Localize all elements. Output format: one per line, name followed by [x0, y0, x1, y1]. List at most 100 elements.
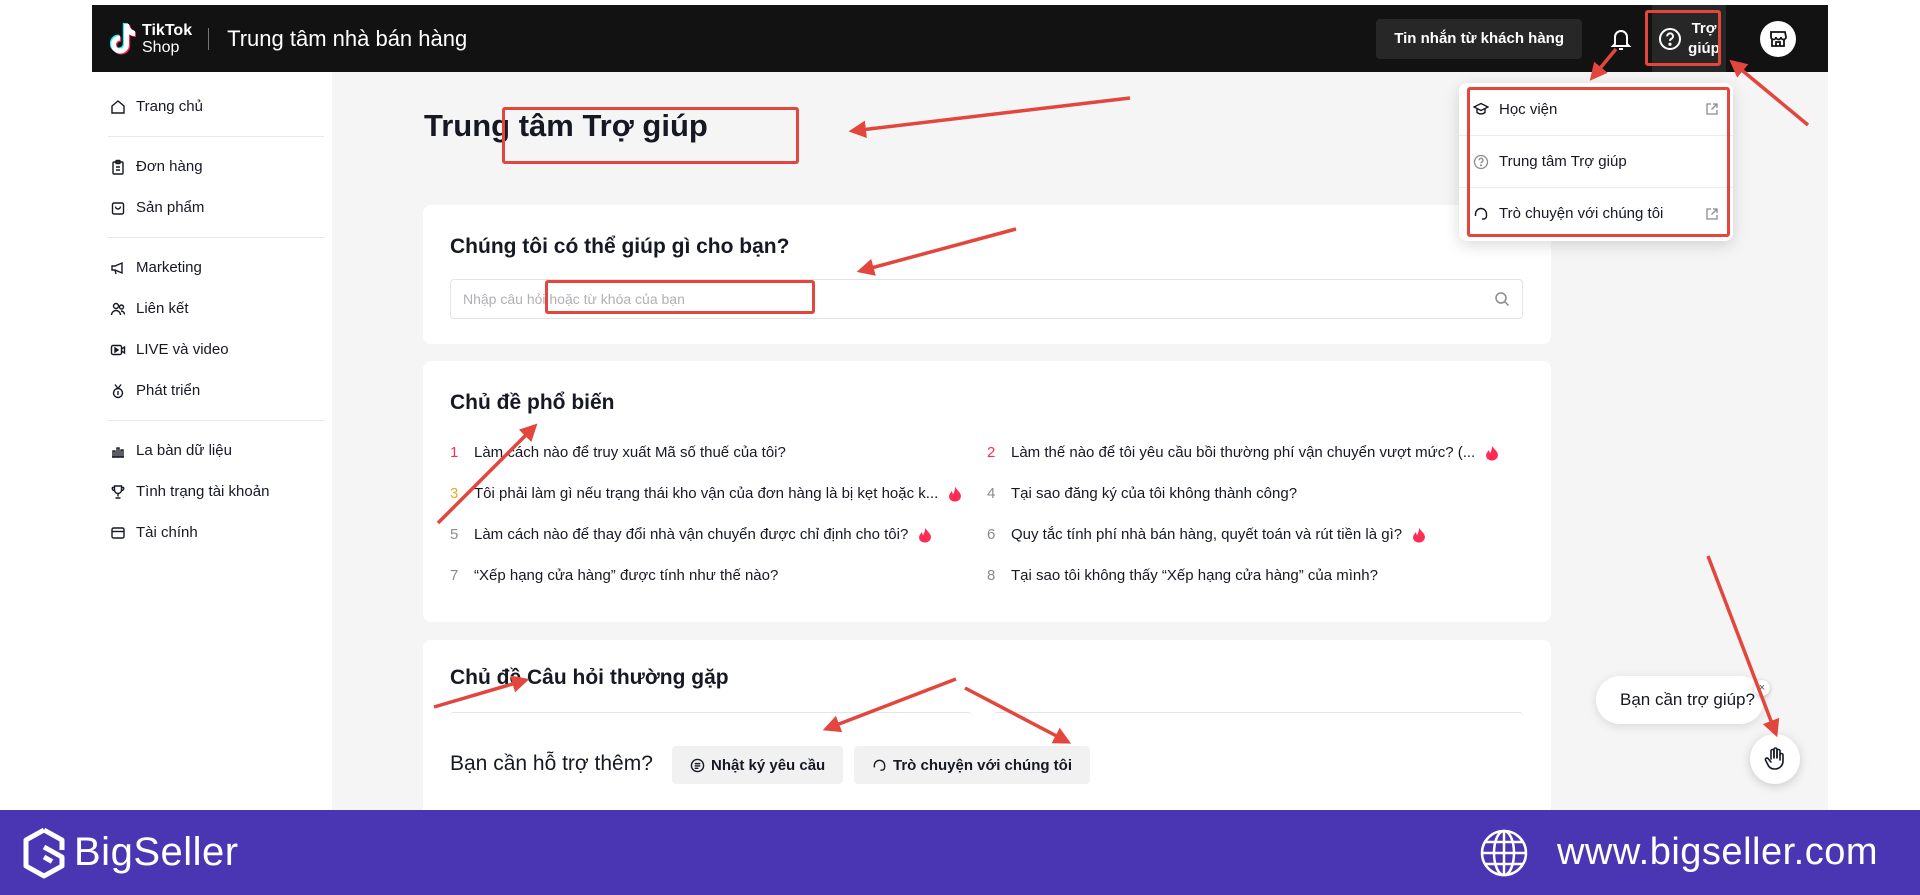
- faq-tab-right[interactable]: [993, 712, 1523, 716]
- topic-text: Làm thế nào để tôi yêu cầu bồi thường ph…: [1011, 444, 1476, 461]
- help-label-line1: Trợ: [1691, 19, 1717, 37]
- help-button[interactable]: Trợ giúp: [1652, 5, 1726, 72]
- topic-rank: 1: [450, 444, 459, 461]
- sidebar-item-finance[interactable]: Tài chính: [92, 512, 332, 553]
- brand-divider: [208, 27, 210, 50]
- store-icon: [1770, 30, 1787, 47]
- sidebar-item-marketing[interactable]: Marketing: [92, 247, 332, 288]
- search-heading: Chúng tôi có thể giúp gì cho bạn?: [450, 235, 790, 258]
- sidebar-item-home[interactable]: Trang chủ: [92, 86, 332, 127]
- dropdown-item-label: Trò chuyện với chúng tôi: [1499, 205, 1664, 222]
- popular-topic-item[interactable]: 5 Làm cách nào để thay đổi nhà vận chuyển…: [450, 526, 932, 543]
- website-url[interactable]: www.bigseller.com: [1557, 831, 1878, 874]
- topic-rank: 8: [987, 567, 996, 584]
- dropdown-item-label: Trung tâm Trợ giúp: [1499, 153, 1627, 170]
- popular-topic-item[interactable]: 3 Tôi phải làm gì nếu trạng thái kho vận …: [450, 485, 962, 502]
- more-support-title: Bạn cần hỗ trợ thêm?: [450, 752, 653, 775]
- faq-tab-left[interactable]: [450, 712, 972, 716]
- need-help-bubble[interactable]: Bạn cần trợ giúp? ×: [1596, 676, 1770, 724]
- app-title: Trung tâm nhà bán hàng: [227, 25, 468, 51]
- faq-card: Chủ đề Câu hỏi thường gặp Bạn cần hỗ trợ…: [423, 640, 1551, 830]
- clipboard-icon: [112, 159, 124, 175]
- popular-topic-item[interactable]: 2 Làm thế nào để tôi yêu cầu bồi thường p…: [987, 444, 1499, 461]
- popular-topic-item[interactable]: 1 Làm cách nào để truy xuất Mã số thuế củ…: [450, 444, 786, 461]
- popular-topic-item[interactable]: 8 Tại sao tôi không thấy “Xếp hạng cửa hà…: [987, 567, 1378, 584]
- brand-text: TikTok Shop: [142, 22, 192, 56]
- globe-icon: [1480, 829, 1528, 876]
- graduation-cap-icon: [1473, 102, 1489, 115]
- topic-text: Tại sao tôi không thấy “Xếp hạng cửa hàn…: [1011, 567, 1378, 584]
- popular-heading: Chủ đề phổ biến: [450, 391, 615, 414]
- popular-topic-item[interactable]: 6 Quy tắc tính phí nhà bán hàng, quyết to…: [987, 526, 1426, 543]
- chat-with-us-button[interactable]: Trò chuyện với chúng tôi: [854, 746, 1091, 784]
- sidebar-item-label: Liên kết: [136, 300, 189, 317]
- sidebar-item-label: Tài chính: [136, 524, 198, 541]
- sidebar-item-label: La bàn dữ liệu: [136, 442, 232, 459]
- search-input[interactable]: [463, 291, 1494, 307]
- users-icon: [110, 302, 126, 315]
- top-bar: TikTok Shop Trung tâm nhà bán hàng Tin n…: [92, 5, 1828, 72]
- bag-icon: [111, 201, 125, 215]
- notification-bell-icon[interactable]: [1604, 22, 1638, 56]
- hot-fire-icon: [919, 527, 932, 542]
- sidebar-item-account-health[interactable]: Tình trạng tài khoản: [92, 471, 332, 512]
- medal-icon: [112, 383, 124, 398]
- search-icon[interactable]: [1494, 291, 1510, 307]
- topic-text: Quy tắc tính phí nhà bán hàng, quyết toá…: [1011, 526, 1403, 543]
- home-icon: [111, 99, 125, 114]
- topic-rank: 6: [987, 526, 996, 543]
- sidebar: Trang chủ Đơn hàng Sản phẩm Marketing Li…: [92, 72, 332, 810]
- dropdown-item-help-center[interactable]: Trung tâm Trợ giúp: [1459, 135, 1733, 187]
- dropdown-item-academy[interactable]: Học viện: [1459, 83, 1733, 135]
- sidebar-item-label: Marketing: [136, 259, 202, 276]
- popular-topics-card: Chủ đề phổ biến 1 Làm cách nào để truy xu…: [423, 361, 1551, 622]
- sidebar-item-growth[interactable]: Phát triển: [92, 370, 332, 411]
- sidebar-divider: [108, 420, 324, 421]
- sidebar-item-orders[interactable]: Đơn hàng: [92, 146, 332, 187]
- sidebar-item-label: Phát triển: [136, 382, 201, 399]
- page-title: Trung tâm Trợ giúp: [424, 108, 708, 143]
- external-link-icon: [1706, 103, 1718, 115]
- search-box[interactable]: [450, 279, 1523, 319]
- sidebar-item-label: LIVE và video: [136, 341, 229, 358]
- popular-topic-item[interactable]: 7 “Xếp hạng cửa hàng” được tính như thế n…: [450, 567, 778, 584]
- hot-fire-icon: [1486, 445, 1499, 460]
- tiktok-note-icon: [110, 22, 136, 54]
- sidebar-item-live-video[interactable]: LIVE và video: [92, 329, 332, 370]
- video-icon: [110, 344, 126, 355]
- need-help-text: Bạn cần trợ giúp?: [1620, 690, 1755, 709]
- sidebar-item-label: Tình trạng tài khoản: [136, 483, 270, 500]
- sidebar-divider: [108, 237, 324, 238]
- headset-icon: [873, 759, 886, 771]
- topic-text: Làm cách nào để thay đổi nhà vận chuyển …: [474, 526, 909, 543]
- topic-text: Làm cách nào để truy xuất Mã số thuế của…: [474, 444, 786, 461]
- topic-text: Tại sao đăng ký của tôi không thành công…: [1011, 485, 1298, 502]
- tiktok-shop-logo[interactable]: TikTok Shop: [110, 22, 192, 56]
- bubble-close-icon[interactable]: ×: [1754, 680, 1770, 696]
- customer-messages-button[interactable]: Tin nhắn từ khách hàng: [1376, 18, 1582, 59]
- topic-rank: 2: [987, 444, 996, 461]
- popular-topic-item[interactable]: 4 Tại sao đăng ký của tôi không thành côn…: [987, 485, 1297, 502]
- headset-icon: [1474, 207, 1488, 220]
- topic-rank: 4: [987, 485, 996, 502]
- chat-with-us-label: Trò chuyện với chúng tôi: [893, 756, 1073, 774]
- question-circle-icon: [1473, 154, 1489, 169]
- dropdown-item-label: Học viện: [1499, 100, 1558, 118]
- hand-wave-icon[interactable]: [1750, 734, 1800, 784]
- request-log-button[interactable]: Nhật ký yêu cầu: [672, 746, 844, 784]
- sidebar-item-products[interactable]: Sản phẩm: [92, 187, 332, 228]
- sidebar-item-data-compass[interactable]: La bàn dữ liệu: [92, 430, 332, 471]
- bar-chart-icon: [112, 446, 124, 458]
- shop-avatar[interactable]: [1760, 20, 1796, 57]
- dropdown-item-chat[interactable]: Trò chuyện với chúng tôi: [1459, 187, 1733, 239]
- hot-fire-icon: [949, 486, 962, 501]
- wallet-icon: [111, 526, 125, 539]
- brand-line2: Shop: [142, 38, 180, 56]
- sidebar-item-affiliate[interactable]: Liên kết: [92, 288, 332, 329]
- topic-text: “Xếp hạng cửa hàng” được tính như thế nà…: [474, 567, 779, 584]
- bigseller-brand: BigSeller: [74, 830, 239, 874]
- list-circle-icon: [690, 758, 705, 772]
- topic-rank: 7: [450, 567, 459, 584]
- website: www.bigseller.com: [1479, 828, 1878, 878]
- external-link-icon: [1706, 207, 1718, 220]
